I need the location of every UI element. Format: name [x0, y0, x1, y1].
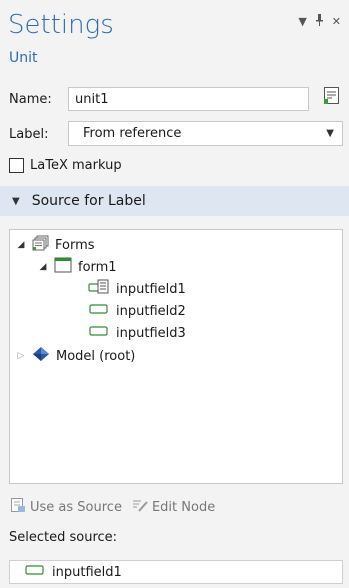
name-options-button[interactable]	[320, 85, 342, 109]
form-window-icon	[54, 257, 72, 277]
edit-node-icon	[132, 497, 148, 517]
name-label: Name:	[9, 92, 52, 107]
triangle-down-icon: ▼	[12, 195, 20, 207]
expand-arrow-icon[interactable]: ◢	[16, 240, 26, 250]
expand-arrow-icon[interactable]: ◢	[38, 262, 48, 272]
tree-node-label: inputfield2	[116, 303, 186, 319]
settings-panel: Settings Unit ▼ ✕ Name: Label: From refe…	[0, 0, 349, 588]
use-as-source-icon	[10, 497, 26, 517]
model-icon	[32, 346, 50, 366]
section-title: Source for Label	[31, 193, 146, 209]
label-select-value: From reference	[83, 126, 182, 141]
tree-node-inputfield1[interactable]: inputfield1	[88, 279, 186, 299]
forms-icon	[32, 235, 49, 255]
edit-node-label: Edit Node	[151, 499, 216, 515]
selected-source-label: Selected source:	[9, 530, 118, 545]
latex-markup-checkbox[interactable]	[9, 158, 24, 173]
tree-node-label: Forms	[55, 237, 95, 253]
window-controls: ▼ ✕	[298, 14, 341, 29]
inputfield-icon	[88, 323, 110, 343]
form-icon	[323, 86, 340, 109]
page-subtitle: Unit	[9, 50, 38, 66]
tree-node-inputfield2[interactable]: inputfield2	[88, 301, 186, 321]
edit-node-button[interactable]: Edit Node	[132, 497, 215, 517]
use-as-source-button[interactable]: Use as Source	[10, 497, 122, 517]
tree-node-label: form1	[78, 259, 117, 275]
chevron-down-icon: ▼	[326, 128, 334, 139]
tree-toolbar: Use as Source Edit Node	[10, 497, 215, 517]
latex-markup-label: LaTeX markup	[30, 158, 122, 173]
tree-node-inputfield3[interactable]: inputfield3	[88, 323, 186, 343]
name-input[interactable]	[68, 87, 309, 111]
use-as-source-label: Use as Source	[30, 499, 122, 515]
label-select[interactable]: From reference ▼	[68, 121, 343, 146]
selected-source-field[interactable]: inputfield1	[9, 560, 343, 584]
latex-markup-row[interactable]: LaTeX markup	[9, 158, 122, 173]
tree-node-forms[interactable]: ◢ Forms	[16, 235, 95, 255]
inputfield-icon	[24, 562, 46, 582]
tree-node-form1[interactable]: ◢ form1	[38, 257, 117, 277]
tree-node-label: inputfield1	[116, 281, 186, 297]
tree-node-label: Model (root)	[56, 348, 136, 364]
tree-node-model-root[interactable]: ▷ Model (root)	[16, 346, 135, 366]
section-source-for-label[interactable]: ▼ Source for Label	[0, 186, 349, 216]
chevron-down-icon[interactable]: ▼	[298, 15, 306, 28]
collapse-arrow-icon[interactable]: ▷	[16, 351, 26, 361]
source-tree: ◢ Forms ◢ form1 inputfield1 inputfield2 …	[9, 229, 343, 484]
selected-source-value: inputfield1	[52, 564, 122, 580]
label-label: Label:	[9, 127, 49, 142]
pin-icon[interactable]	[315, 14, 324, 29]
close-icon[interactable]: ✕	[332, 15, 341, 28]
inputfield-icon	[88, 279, 110, 299]
tree-node-label: inputfield3	[116, 325, 186, 341]
page-title: Settings	[8, 10, 114, 40]
inputfield-icon	[88, 301, 110, 321]
